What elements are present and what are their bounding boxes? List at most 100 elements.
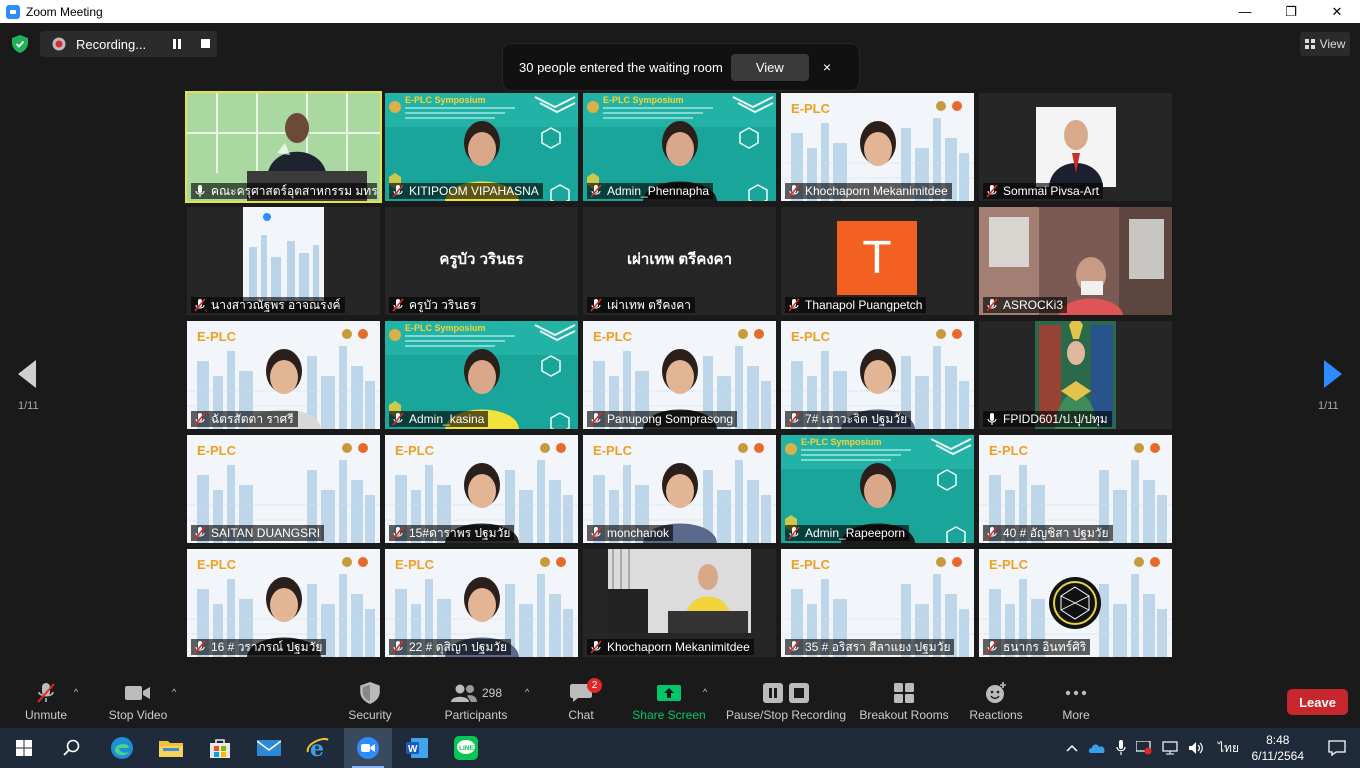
participant-video-tile[interactable]: E-PLC SAITAN DUANGSRI bbox=[187, 435, 380, 543]
shield-icon[interactable] bbox=[12, 35, 28, 53]
mail-taskbar-button[interactable] bbox=[245, 728, 293, 768]
chat-button[interactable]: 2 Chat bbox=[566, 673, 602, 728]
participant-name: monchanok bbox=[607, 526, 670, 540]
more-button[interactable]: More bbox=[1056, 673, 1096, 728]
participant-video-tile[interactable]: E-PLC 7# เสาวะจิต ปฐมวัย bbox=[781, 321, 974, 429]
microphone-muted-icon bbox=[392, 412, 404, 426]
unmute-button[interactable]: Unmute bbox=[20, 673, 72, 728]
reactions-button[interactable]: Reactions bbox=[966, 673, 1026, 728]
start-button[interactable] bbox=[0, 728, 48, 768]
line-taskbar-button[interactable]: LINE bbox=[442, 728, 490, 768]
participant-video-tile[interactable]: T Thanapol Puangpetch bbox=[781, 207, 974, 315]
participant-video-tile[interactable]: นางสาวณัฐพร อาจณรงค์ bbox=[187, 207, 380, 315]
search-icon bbox=[63, 739, 80, 756]
share-options-caret[interactable]: ^ bbox=[703, 687, 707, 697]
participant-video-tile[interactable]: E-PLC monchanok bbox=[583, 435, 776, 543]
video-camera-icon bbox=[125, 685, 150, 700]
next-page-icon[interactable] bbox=[1322, 360, 1342, 388]
microphone-icon bbox=[987, 413, 997, 425]
participant-name-label: ฉัตรสัตตา ราศรี bbox=[191, 411, 298, 427]
participant-name-label: ธนากร อินทร์ศิริ bbox=[983, 639, 1091, 655]
participant-name: ครูบัว วรินธร bbox=[409, 297, 477, 312]
word-taskbar-button[interactable]: W bbox=[393, 728, 441, 768]
network-warning-icon[interactable] bbox=[1136, 741, 1152, 755]
notification-text: 30 people entered the waiting room bbox=[519, 59, 723, 75]
notifications-icon[interactable] bbox=[1328, 740, 1346, 756]
microphone-muted-icon bbox=[194, 526, 206, 540]
participants-button[interactable]: 298 Participants bbox=[440, 673, 512, 728]
language-indicator[interactable]: ไทย bbox=[1218, 739, 1239, 758]
network-icon[interactable] bbox=[1162, 741, 1178, 755]
share-screen-button[interactable]: Share Screen bbox=[632, 673, 706, 728]
zoom-taskbar-button[interactable] bbox=[344, 728, 392, 768]
participant-video-tile[interactable]: Khochaporn Mekanimitdee bbox=[583, 549, 776, 657]
notification-view-button[interactable]: View bbox=[730, 53, 809, 81]
microphone-muted-icon bbox=[590, 640, 602, 654]
participant-video-tile[interactable]: E-PLC ฉัตรสัตตา ราศรี bbox=[187, 321, 380, 429]
edge-taskbar-button[interactable] bbox=[98, 728, 146, 768]
volume-icon[interactable] bbox=[1188, 741, 1204, 755]
participant-name-label: Panupong Somprasong bbox=[587, 411, 738, 427]
participant-video-tile[interactable]: E-PLC ธนากร อินทร์ศิริ bbox=[979, 549, 1172, 657]
microphone-muted-icon bbox=[986, 640, 998, 654]
word-icon: W bbox=[406, 738, 428, 758]
pause-stop-recording-button[interactable]: Pause/Stop Recording bbox=[724, 673, 848, 728]
participant-avatar: T bbox=[837, 221, 917, 295]
participant-name-label: 40 # อัญชิสา ปฐมวัย bbox=[983, 525, 1113, 541]
breakout-rooms-button[interactable]: Breakout Rooms bbox=[858, 673, 950, 728]
participant-name-label: ASROCKi3 bbox=[983, 297, 1068, 313]
participant-video-tile[interactable]: FPIDD601/ป.ปุ/ปทุม bbox=[979, 321, 1172, 429]
chevron-up-icon[interactable] bbox=[1066, 744, 1078, 752]
more-label: More bbox=[1062, 707, 1090, 722]
prev-page-icon[interactable] bbox=[18, 360, 38, 388]
participant-video-tile[interactable]: E-PLC Panupong Somprasong bbox=[583, 321, 776, 429]
microphone-muted-icon bbox=[194, 640, 206, 654]
close-window-button[interactable]: ✕ bbox=[1314, 0, 1360, 23]
participant-video-tile[interactable]: คณะครุศาสตร์อุตสาหกรรม มทร... bbox=[185, 91, 382, 203]
ie-taskbar-button[interactable]: e bbox=[294, 728, 342, 768]
maximize-button[interactable]: ❐ bbox=[1268, 0, 1314, 23]
notification-close-button[interactable]: × bbox=[823, 59, 831, 75]
participant-video-tile[interactable]: E-PLC 16 # วราภรณ์ ปฐมวัย bbox=[187, 549, 380, 657]
title-bar: Zoom Meeting — ❐ ✕ bbox=[0, 0, 1360, 23]
stop-recording-icon[interactable] bbox=[201, 39, 210, 48]
participant-name: KITIPOOM VIPAHASNA bbox=[409, 184, 539, 198]
participant-name-label: Admin_kasina bbox=[389, 411, 489, 427]
participant-video-tile[interactable]: E-PLC Symposium Admin_Phennapha bbox=[583, 93, 776, 201]
store-taskbar-button[interactable] bbox=[196, 728, 244, 768]
participant-video-tile[interactable]: E-PLC 35 # อริสรา สีลาแยง ปฐมวัย bbox=[781, 549, 974, 657]
participant-name-label: 22 # ดุสิญา ปฐมวัย bbox=[389, 639, 512, 655]
participant-video-tile[interactable]: ASROCKi3 bbox=[979, 207, 1172, 315]
video-options-caret[interactable]: ^ bbox=[172, 687, 176, 697]
audio-options-caret[interactable]: ^ bbox=[74, 687, 78, 697]
chat-label: Chat bbox=[568, 707, 594, 722]
windows-taskbar: e W LINE ไทย 8:48 6/11/2564 bbox=[0, 728, 1360, 768]
security-button[interactable]: Security bbox=[342, 673, 398, 728]
participant-video-tile[interactable]: E-PLC Symposium Admin_Rapeeporn bbox=[781, 435, 974, 543]
minimize-button[interactable]: — bbox=[1222, 0, 1268, 23]
file-explorer-taskbar-button[interactable] bbox=[147, 728, 195, 768]
participant-name-label: Admin_Rapeeporn bbox=[785, 525, 910, 541]
clock[interactable]: 8:48 6/11/2564 bbox=[1252, 732, 1305, 764]
stop-video-button[interactable]: Stop Video bbox=[106, 673, 170, 728]
start-icon bbox=[16, 740, 32, 756]
participant-video-tile[interactable]: E-PLC 15#ดาราพร ปฐมวัย bbox=[385, 435, 578, 543]
participant-name: Sommai Pivsa-Art bbox=[1003, 184, 1100, 198]
participant-video-tile[interactable]: ครูบัว วรินธร ครูบัว วรินธร bbox=[385, 207, 578, 315]
pause-recording-icon[interactable] bbox=[173, 39, 183, 49]
participant-video-tile[interactable]: E-PLC Symposium Admin_kasina bbox=[385, 321, 578, 429]
participant-video-tile[interactable]: E-PLC 40 # อัญชิสา ปฐมวัย bbox=[979, 435, 1172, 543]
participants-options-caret[interactable]: ^ bbox=[525, 687, 529, 697]
participant-video-tile[interactable]: E-PLC Khochaporn Mekanimitdee bbox=[781, 93, 974, 201]
participant-video-tile[interactable]: Sommai Pivsa-Art bbox=[979, 93, 1172, 201]
participant-video-tile[interactable]: E-PLC 22 # ดุสิญา ปฐมวัย bbox=[385, 549, 578, 657]
share-screen-label: Share Screen bbox=[632, 707, 706, 722]
view-layout-button[interactable]: View bbox=[1300, 32, 1350, 56]
microphone-tray-icon[interactable] bbox=[1116, 740, 1126, 756]
onedrive-icon[interactable] bbox=[1088, 742, 1106, 754]
participant-video-tile[interactable]: เผ่าเทพ ตรีคงคา เผ่าเทพ ตรีคงคา bbox=[583, 207, 776, 315]
leave-button[interactable]: Leave bbox=[1287, 689, 1348, 715]
svg-text:LINE: LINE bbox=[459, 745, 474, 752]
search-button[interactable] bbox=[48, 728, 96, 768]
participant-video-tile[interactable]: E-PLC Symposium KITIPOOM VIPAHASNA bbox=[385, 93, 578, 201]
